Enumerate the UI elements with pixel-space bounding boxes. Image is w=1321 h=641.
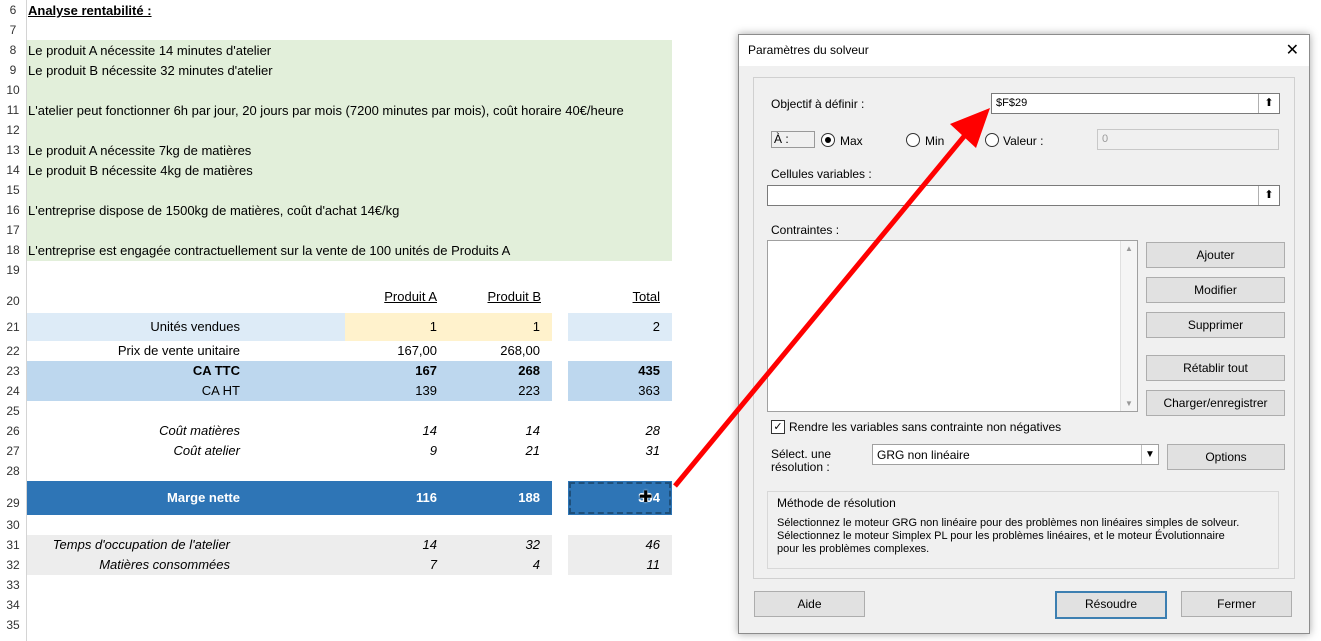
arrow-shaft (673, 132, 968, 488)
arrow-head (950, 108, 990, 148)
annotation-arrow (673, 108, 990, 488)
